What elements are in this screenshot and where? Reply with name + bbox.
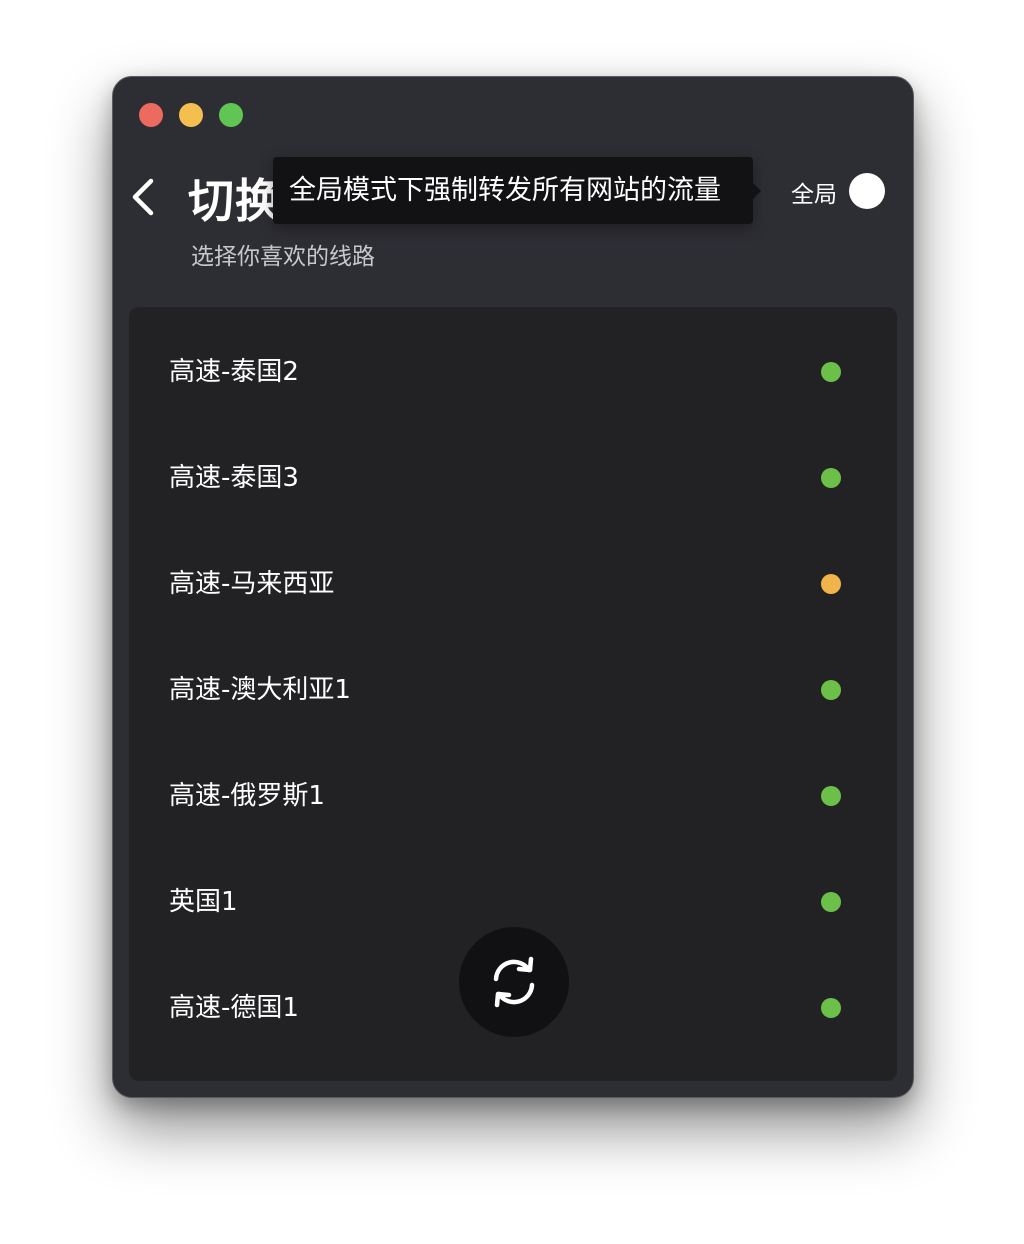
route-name: 英国1: [169, 887, 238, 917]
tooltip-arrow: [753, 183, 761, 199]
route-status-dot: [821, 362, 841, 382]
route-item[interactable]: 高速-马来西亚: [129, 531, 897, 637]
global-mode-tooltip: 全局模式下强制转发所有网站的流量: [273, 157, 753, 224]
global-mode-label: 全局: [791, 182, 837, 208]
route-status-dot: [821, 574, 841, 594]
app-window: 切换线路 选择你喜欢的线路 全局模式下强制转发所有网站的流量 全局 高速-泰国2…: [112, 76, 914, 1098]
route-item[interactable]: 高速-俄罗斯1: [129, 743, 897, 849]
page-subtitle: 选择你喜欢的线路: [191, 244, 375, 270]
route-item[interactable]: 高速-泰国3: [129, 425, 897, 531]
route-item[interactable]: 高速-泰国2: [129, 319, 897, 425]
route-name: 高速-澳大利亚1: [169, 675, 351, 705]
route-status-dot: [821, 786, 841, 806]
chevron-left-icon: [132, 178, 154, 216]
route-name: 高速-泰国2: [169, 357, 299, 387]
route-status-dot: [821, 998, 841, 1018]
route-name: 高速-德国1: [169, 993, 299, 1023]
route-status-dot: [821, 892, 841, 912]
route-name: 高速-俄罗斯1: [169, 781, 325, 811]
route-name: 高速-马来西亚: [169, 569, 335, 599]
global-mode-toggle[interactable]: [849, 173, 885, 209]
route-item[interactable]: 高速-澳大利亚1: [129, 637, 897, 743]
refresh-button[interactable]: [459, 927, 569, 1037]
route-status-dot: [821, 680, 841, 700]
window-maximize-button[interactable]: [219, 103, 243, 127]
window-close-button[interactable]: [139, 103, 163, 127]
window-minimize-button[interactable]: [179, 103, 203, 127]
route-status-dot: [821, 468, 841, 488]
back-button[interactable]: [127, 175, 161, 219]
refresh-icon: [493, 956, 535, 1008]
route-name: 高速-泰国3: [169, 463, 299, 493]
